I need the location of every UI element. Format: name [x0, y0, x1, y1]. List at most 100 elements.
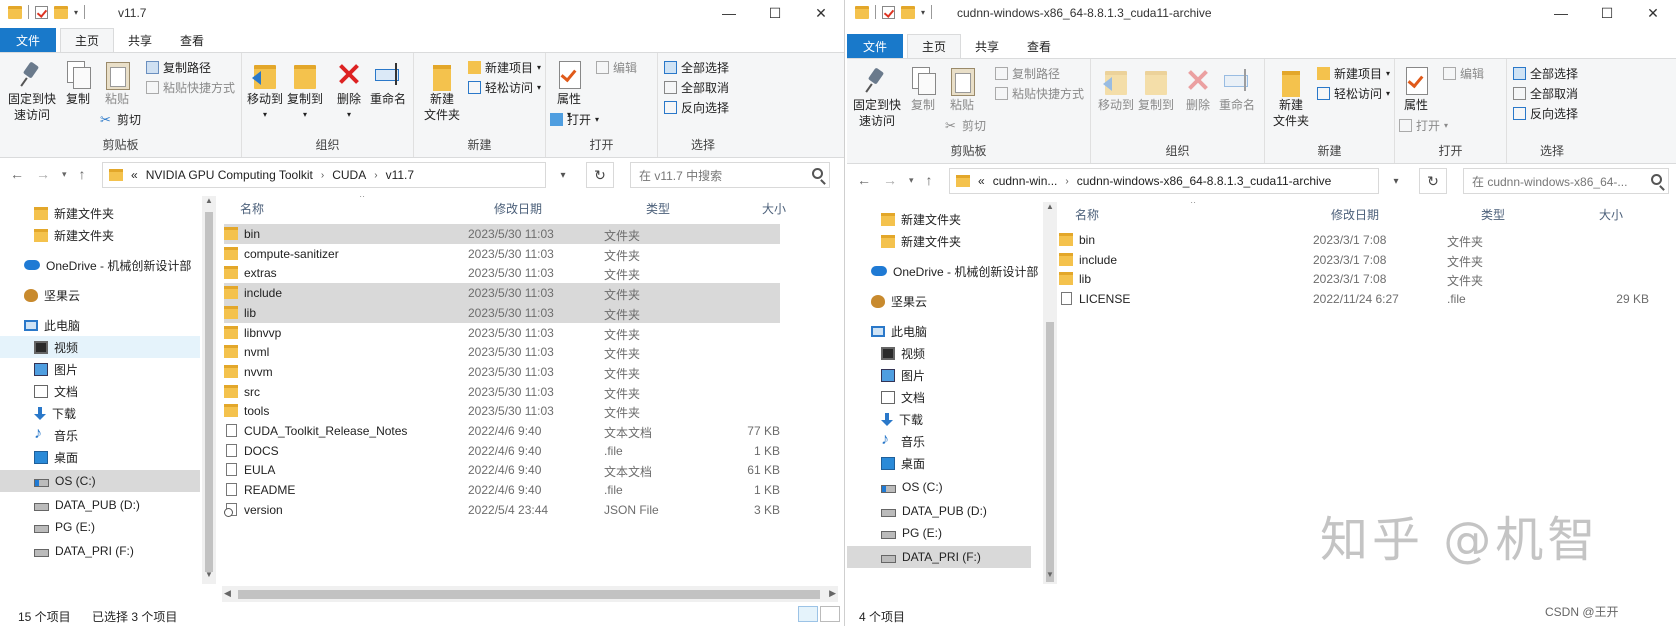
file-row[interactable]: EULA 2022/4/6 9:40 文本文档 61 KB — [224, 460, 780, 480]
pin-quick-access-button[interactable]: 固定到快 速访问 — [851, 65, 903, 129]
close-button[interactable]: ✕ — [798, 0, 844, 26]
column-header-type[interactable]: 类型 — [646, 200, 670, 217]
tab-home[interactable]: 主页 — [907, 34, 962, 58]
back-arrow-icon[interactable]: ← — [857, 172, 871, 188]
easy-access-button[interactable]: 轻松访问 ▾ — [1317, 85, 1390, 102]
file-row[interactable]: README 2022/4/6 9:40 .file 1 KB — [224, 480, 780, 500]
tab-share[interactable]: 共享 — [114, 28, 166, 52]
nav-item[interactable]: 下载 — [0, 402, 200, 424]
file-row[interactable]: CUDA_Toolkit_Release_Notes 2022/4/6 9:40 文… — [224, 421, 780, 441]
scrollbar-thumb[interactable] — [238, 590, 820, 599]
scroll-down-icon[interactable]: ▼ — [1043, 570, 1057, 584]
pin-quick-access-button[interactable]: 固定到快 速访问 — [6, 59, 58, 123]
column-header-size[interactable]: 大小 — [1599, 206, 1623, 223]
nav-item[interactable]: 图片 — [0, 358, 200, 380]
scroll-right-icon[interactable]: ▶ — [829, 588, 836, 599]
nav-item[interactable]: 图片 — [847, 364, 1031, 386]
rename-button[interactable]: 重命名 — [368, 59, 408, 107]
cut-button[interactable]: ✂ 剪切 — [100, 111, 141, 128]
file-row[interactable]: libnvvp 2023/5/30 11:03 文件夹 — [224, 323, 780, 343]
nav-item[interactable]: 视频 — [0, 336, 200, 358]
horizontal-scrollbar[interactable]: ◀ ▶ — [222, 586, 838, 602]
chevron-right-icon[interactable]: › — [321, 170, 324, 181]
up-arrow-icon[interactable]: ↑ — [79, 166, 86, 182]
open-button[interactable]: 打开 ▾ — [550, 111, 599, 128]
properties-button[interactable]: 属性 — [1399, 65, 1433, 113]
file-row[interactable]: compute-sanitizer 2023/5/30 11:03 文件夹 — [224, 244, 780, 264]
address-overflow[interactable]: « — [978, 174, 985, 188]
copy-button[interactable]: 复制 — [907, 65, 939, 113]
properties-check-icon[interactable] — [882, 5, 895, 19]
scroll-down-icon[interactable]: ▼ — [202, 570, 216, 584]
invert-selection-button[interactable]: 反向选择 — [664, 99, 729, 116]
chevron-right-icon[interactable]: › — [1065, 176, 1068, 187]
move-to-button[interactable]: 移动到 ▾ — [246, 59, 284, 123]
tab-file[interactable]: 文件 — [0, 28, 57, 52]
nav-scrollbar[interactable]: ▲ ▼ — [1043, 202, 1057, 584]
file-row[interactable]: extras 2023/5/30 11:03 文件夹 — [224, 263, 780, 283]
address-bar[interactable]: « cudnn-win... › cudnn-windows-x86_64-8.8… — [949, 168, 1379, 194]
nav-item[interactable]: 新建文件夹 — [0, 202, 200, 224]
address-overflow[interactable]: « — [131, 168, 138, 182]
tab-view[interactable]: 查看 — [166, 28, 218, 52]
copy-to-button[interactable]: 复制到 — [1137, 65, 1175, 113]
scrollbar-thumb[interactable] — [1046, 322, 1054, 582]
maximize-button[interactable]: ☐ — [752, 0, 798, 26]
recent-chevron-icon[interactable]: ▾ — [62, 169, 67, 182]
nav-scrollbar[interactable]: ▲ ▼ — [202, 196, 216, 584]
minimize-button[interactable]: — — [1538, 0, 1584, 26]
nav-item[interactable]: OS (C:) — [0, 470, 200, 492]
breadcrumb-segment[interactable]: v11.7 — [386, 168, 414, 182]
scroll-up-icon[interactable]: ▲ — [202, 196, 216, 210]
nav-item[interactable]: PG (E:) — [847, 522, 1031, 544]
forward-arrow-icon[interactable]: → — [36, 166, 50, 182]
easy-access-button[interactable]: 轻松访问 ▾ — [468, 79, 541, 96]
nav-item[interactable]: 桌面 — [0, 446, 200, 468]
properties-check-icon[interactable] — [35, 5, 48, 19]
file-row[interactable]: lib 2023/3/1 7:08 文件夹 — [1059, 269, 1659, 289]
breadcrumb-segment[interactable]: cudnn-win... — [993, 174, 1058, 188]
new-item-button[interactable]: 新建项目 ▾ — [468, 59, 541, 76]
new-folder-icon[interactable] — [54, 5, 68, 19]
paste-shortcut-button[interactable]: 粘贴快捷方式 — [146, 79, 235, 96]
minimize-button[interactable]: — — [706, 0, 752, 26]
file-row[interactable]: bin 2023/5/30 11:03 文件夹 — [224, 224, 780, 244]
move-to-button[interactable]: 移动到 — [1097, 65, 1135, 113]
column-header-date[interactable]: 修改日期 — [1331, 206, 1379, 223]
tab-share[interactable]: 共享 — [961, 34, 1013, 58]
large-icons-view-button[interactable] — [820, 606, 840, 622]
copy-button[interactable]: 复制 — [62, 59, 94, 107]
select-all-button[interactable]: 全部选择 — [1513, 65, 1578, 82]
recent-chevron-icon[interactable]: ▾ — [909, 175, 914, 188]
column-header-size[interactable]: 大小 — [762, 200, 786, 217]
chevron-down-icon[interactable]: ▾ — [74, 8, 78, 17]
nav-item[interactable]: DATA_PUB (D:) — [847, 500, 1031, 522]
column-header-date[interactable]: 修改日期 — [494, 200, 542, 217]
chevron-down-icon[interactable]: ▾ — [921, 8, 925, 17]
edit-button[interactable]: 编辑 — [1443, 65, 1484, 82]
address-bar[interactable]: « NVIDIA GPU Computing Toolkit › CUDA › v1… — [102, 162, 546, 188]
nav-item[interactable]: 此电脑 — [0, 314, 200, 336]
select-none-button[interactable]: 全部取消 — [1513, 85, 1578, 102]
up-arrow-icon[interactable]: ↑ — [926, 172, 933, 188]
new-item-button[interactable]: 新建项目 ▾ — [1317, 65, 1390, 82]
search-input[interactable]: 在 v11.7 中搜索 — [630, 162, 830, 188]
scrollbar-thumb[interactable] — [205, 212, 213, 572]
nav-item[interactable]: OneDrive - 机械创新设计部 — [0, 254, 200, 276]
address-dropdown-button[interactable]: ▾ — [550, 162, 576, 188]
new-folder-button[interactable]: 新建 文件夹 — [1271, 65, 1311, 129]
rename-button[interactable]: 重命名 — [1217, 65, 1257, 113]
nav-item[interactable]: 视频 — [847, 342, 1031, 364]
nav-item[interactable]: 新建文件夹 — [847, 208, 1031, 230]
copy-to-button[interactable]: 复制到 ▾ — [286, 59, 324, 123]
chevron-right-icon[interactable]: › — [374, 170, 377, 181]
nav-item[interactable]: DATA_PUB (D:) — [0, 494, 200, 516]
breadcrumb-segment[interactable]: cudnn-windows-x86_64-8.8.1.3_cuda11-arch… — [1077, 174, 1332, 188]
select-all-button[interactable]: 全部选择 — [664, 59, 729, 76]
details-view-button[interactable] — [798, 606, 818, 622]
file-row[interactable]: bin 2023/3/1 7:08 文件夹 — [1059, 230, 1659, 250]
delete-button[interactable]: 删除 ▾ — [334, 59, 364, 123]
column-header-type[interactable]: 类型 — [1481, 206, 1505, 223]
nav-item[interactable]: 下载 — [847, 408, 1031, 430]
scroll-up-icon[interactable]: ▲ — [1043, 202, 1057, 216]
